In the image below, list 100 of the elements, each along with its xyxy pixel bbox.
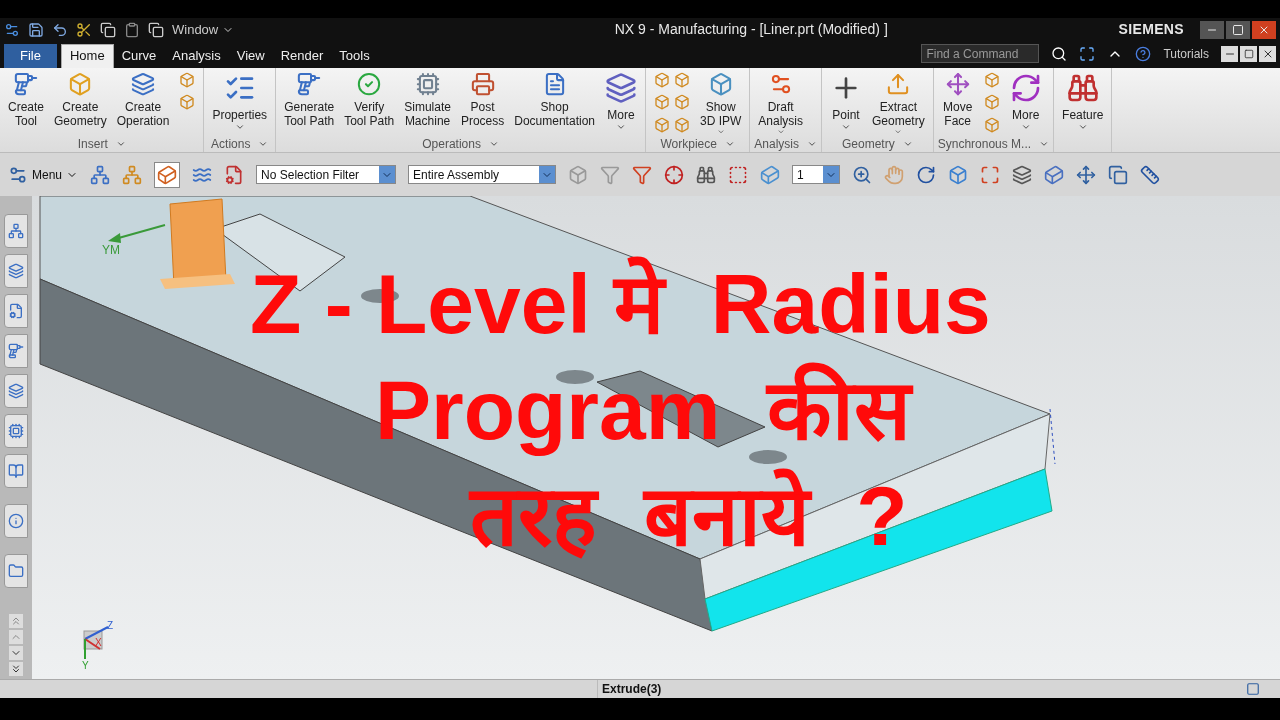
toolbar-icon[interactable]: [948, 164, 969, 185]
tool-icon[interactable]: [983, 117, 1000, 133]
ribbon-tab[interactable]: Analysis: [164, 43, 229, 68]
navigator-button[interactable]: [4, 254, 28, 289]
help-icon[interactable]: [1135, 45, 1152, 62]
assembly-scope-dropdown[interactable]: Entire Assembly: [408, 165, 557, 185]
close-button[interactable]: [1252, 20, 1276, 39]
selection-filter-dropdown[interactable]: No Selection Filter: [256, 165, 397, 185]
ribbon-tab[interactable]: View: [228, 43, 273, 68]
group-label: Operations: [422, 135, 481, 153]
ribbon-tab[interactable]: Tools: [331, 43, 378, 68]
group-label: Geometry: [842, 135, 895, 153]
navigator-button[interactable]: [4, 454, 28, 489]
tool-icon[interactable]: [179, 71, 196, 88]
brand-name: SIEMENS: [1118, 20, 1184, 40]
status-icon[interactable]: [1246, 682, 1260, 697]
scroll-down-button[interactable]: [9, 646, 23, 661]
ribbon-button[interactable]: More: [1005, 67, 1046, 136]
fit-screen-icon[interactable]: [1079, 45, 1096, 62]
toolbar-icon[interactable]: [1044, 164, 1065, 185]
ribbon-button[interactable]: More: [601, 67, 641, 136]
toolbar-icon[interactable]: [1140, 164, 1161, 185]
ribbon-button[interactable]: Extract Geometry: [868, 67, 929, 136]
close-button[interactable]: [1259, 45, 1276, 62]
tool-icon[interactable]: [179, 94, 196, 111]
guide-line: [1049, 408, 1056, 465]
cut-icon[interactable]: [76, 21, 92, 38]
toolbar-icon[interactable]: [696, 164, 717, 185]
ribbon-button[interactable]: Create Operation: [112, 67, 174, 136]
tool-icon[interactable]: [983, 71, 1000, 88]
minimize-button[interactable]: [1221, 45, 1238, 62]
navigator-button[interactable]: [4, 294, 28, 329]
axis-label: X: [95, 637, 102, 649]
group-label: Insert: [77, 135, 108, 153]
tool-icon[interactable]: [674, 94, 690, 111]
toolbar-icon[interactable]: [916, 164, 937, 185]
axis-label: Z: [107, 620, 114, 632]
tool-icon[interactable]: [654, 71, 670, 88]
ribbon-button[interactable]: Shop Documentation: [510, 67, 599, 136]
restore-icon: [1232, 23, 1244, 36]
tool-icon[interactable]: [674, 71, 690, 88]
toolbar-icon[interactable]: [632, 164, 653, 185]
ribbon-button[interactable]: Move Face: [937, 67, 978, 136]
ribbon-tab[interactable]: File: [4, 43, 57, 68]
save-icon[interactable]: [28, 21, 44, 38]
ribbon-button[interactable]: Feature: [1058, 67, 1108, 136]
ribbon-button[interactable]: Properties: [208, 67, 272, 136]
ribbon-button[interactable]: Point: [826, 67, 866, 136]
ribbon-button[interactable]: Post Process: [456, 67, 509, 136]
ribbon-button[interactable]: Create Geometry: [50, 67, 111, 136]
ribbon-button[interactable]: Generate Tool Path: [280, 67, 339, 136]
ribbon-button[interactable]: Show 3D IPW: [696, 67, 746, 136]
navigator-button[interactable]: [4, 504, 28, 539]
toolbar-icon[interactable]: [664, 164, 685, 185]
window-menu[interactable]: Window: [172, 20, 235, 40]
navigator-button[interactable]: [4, 374, 28, 409]
ribbon-button[interactable]: Create Tool: [4, 67, 49, 136]
ribbon-button[interactable]: Verify Tool Path: [340, 67, 399, 136]
navigator-button[interactable]: [4, 414, 28, 449]
tutorials-link[interactable]: Tutorials: [1163, 44, 1209, 63]
ribbon-tab[interactable]: Home: [60, 43, 114, 68]
toolbar-icon[interactable]: [1012, 164, 1033, 185]
ribbon-button[interactable]: Draft Analysis: [754, 67, 807, 136]
tool-icon[interactable]: [654, 94, 670, 111]
toolbar-icon[interactable]: [1108, 164, 1129, 185]
copy-icon[interactable]: [100, 21, 116, 38]
toolbar-icon[interactable]: [224, 164, 245, 185]
navigator-button[interactable]: [4, 334, 28, 369]
toolbar-icon[interactable]: [852, 164, 873, 185]
scroll-bottom-button[interactable]: [9, 662, 23, 677]
tool-icon[interactable]: [674, 117, 690, 133]
restore-button[interactable]: [1226, 20, 1250, 39]
group-label: Workpiece: [660, 135, 717, 153]
cube-icon: [157, 164, 178, 185]
restore-button[interactable]: [1240, 45, 1257, 62]
navigator-icon: [8, 303, 24, 320]
paste-icon[interactable]: [124, 21, 140, 38]
copy-icon[interactable]: [148, 21, 164, 38]
search-icon[interactable]: [1051, 45, 1068, 62]
command-search-field[interactable]: Find a Command: [921, 44, 1040, 64]
toolbar-icon[interactable]: [728, 164, 749, 185]
scroll-top-button[interactable]: [9, 614, 23, 629]
tool-icon[interactable]: [654, 117, 670, 133]
minimize-button[interactable]: [1200, 20, 1224, 39]
toolbar-icon[interactable]: [980, 164, 1001, 185]
toolbar-toggle-button[interactable]: [154, 161, 181, 188]
tool-icon[interactable]: [983, 94, 1000, 111]
navigator-button[interactable]: [4, 554, 28, 589]
layer-dropdown[interactable]: 1: [792, 165, 841, 185]
ribbon-tab[interactable]: Render: [272, 43, 332, 68]
ribbon-tab[interactable]: Curve: [113, 43, 165, 68]
navigator-button[interactable]: [4, 214, 28, 249]
undo-icon[interactable]: [52, 21, 68, 38]
toolbar-icon[interactable]: [1076, 164, 1097, 185]
ribbon-button[interactable]: Simulate Machine: [400, 67, 455, 136]
toolbar-icon[interactable]: [760, 164, 781, 185]
navigator-icon: [8, 563, 24, 580]
work-axis-arrow: [108, 224, 166, 244]
toolbar-icon[interactable]: [90, 164, 111, 185]
menu-button[interactable]: Menu: [8, 164, 79, 185]
